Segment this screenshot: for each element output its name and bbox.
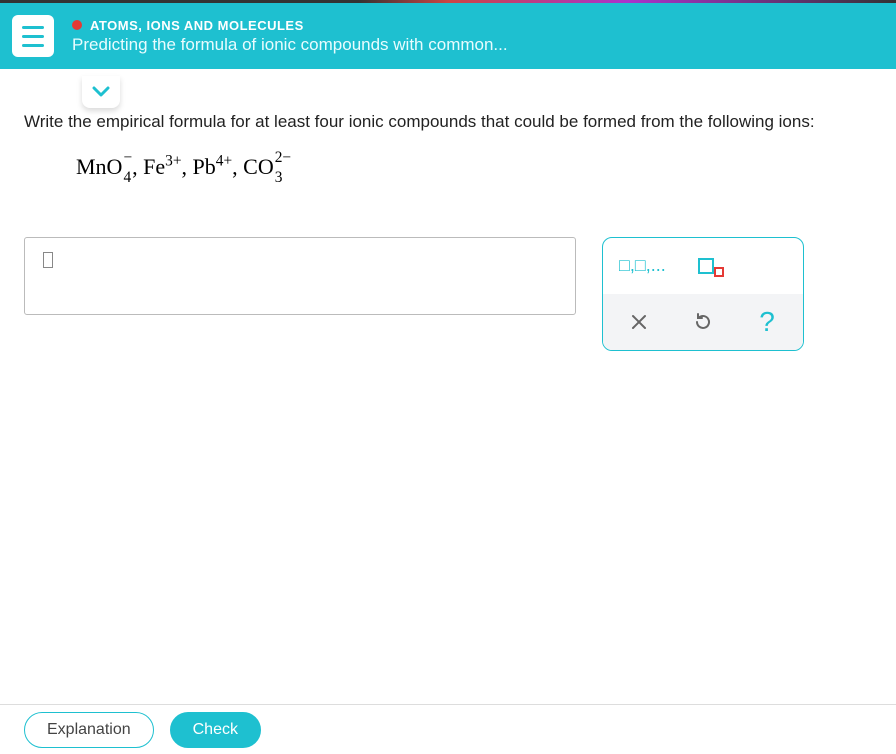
header-text: ATOMS, IONS AND MOLECULES Predicting the… bbox=[72, 18, 884, 55]
input-cursor bbox=[43, 252, 53, 268]
hamburger-icon bbox=[22, 26, 44, 29]
ion-fe3: Fe3+ bbox=[143, 154, 181, 179]
content: Write the empirical formula for at least… bbox=[0, 69, 896, 351]
breadcrumb-label: ATOMS, IONS AND MOLECULES bbox=[90, 18, 304, 33]
breadcrumb: ATOMS, IONS AND MOLECULES bbox=[72, 18, 884, 33]
ion-co3: CO2−3 bbox=[243, 154, 291, 179]
header: ATOMS, IONS AND MOLECULES Predicting the… bbox=[0, 3, 896, 69]
clear-button[interactable] bbox=[609, 300, 669, 344]
answer-input[interactable] bbox=[24, 237, 576, 315]
check-button[interactable]: Check bbox=[170, 712, 261, 748]
expand-button[interactable] bbox=[82, 76, 120, 108]
work-area: □,□,... ? bbox=[24, 237, 872, 351]
question-prompt: Write the empirical formula for at least… bbox=[24, 109, 872, 135]
ion-pb4: Pb4+ bbox=[193, 154, 233, 179]
square-icon bbox=[698, 258, 714, 274]
close-icon bbox=[630, 313, 648, 331]
page-title: Predicting the formula of ionic compound… bbox=[72, 35, 884, 55]
explanation-button[interactable]: Explanation bbox=[24, 712, 154, 748]
tool-panel: □,□,... ? bbox=[602, 237, 804, 351]
ion-mno4: MnO−4 bbox=[76, 154, 132, 179]
list-format-button[interactable]: □,□,... bbox=[611, 255, 666, 276]
footer: Explanation Check bbox=[0, 704, 896, 754]
ion-list: MnO−4, Fe3+, Pb4+, CO2−3 bbox=[76, 153, 872, 183]
subscript-button[interactable] bbox=[698, 255, 724, 277]
chevron-down-icon bbox=[92, 86, 110, 98]
menu-button[interactable] bbox=[12, 15, 54, 57]
record-icon bbox=[72, 20, 82, 30]
undo-icon bbox=[693, 312, 713, 332]
subscript-square-icon bbox=[714, 267, 724, 277]
help-button[interactable]: ? bbox=[737, 300, 797, 344]
reset-button[interactable] bbox=[673, 300, 733, 344]
